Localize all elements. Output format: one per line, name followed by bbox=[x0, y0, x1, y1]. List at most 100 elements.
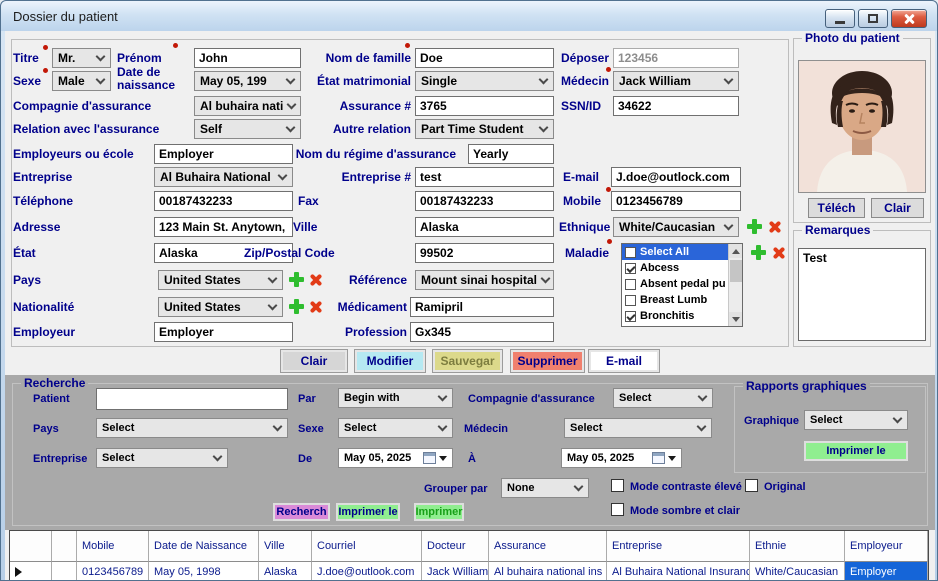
search-patient-input[interactable] bbox=[96, 388, 288, 410]
checkbox-icon[interactable] bbox=[625, 279, 636, 290]
column-header[interactable]: Ethnie bbox=[750, 531, 845, 562]
close-button[interactable] bbox=[891, 9, 927, 28]
regime-assurance-input[interactable]: Yearly bbox=[468, 144, 554, 164]
modify-button[interactable]: Modifier bbox=[355, 350, 425, 372]
table-cell[interactable]: Alaska bbox=[259, 562, 312, 581]
sombre-checkbox[interactable] bbox=[611, 503, 624, 516]
column-header[interactable]: Employeur bbox=[845, 531, 928, 562]
fax-input[interactable]: 00187432233 bbox=[415, 191, 554, 211]
reference-select[interactable]: Mount sinai hospital bbox=[415, 270, 554, 290]
column-header[interactable]: Mobile bbox=[77, 531, 149, 562]
scroll-up-icon[interactable] bbox=[729, 244, 743, 258]
add-ethnique-icon[interactable] bbox=[747, 219, 762, 234]
column-header[interactable]: Ville bbox=[259, 531, 312, 562]
minimize-button[interactable] bbox=[825, 9, 855, 28]
search-entreprise-select[interactable]: Select bbox=[96, 448, 228, 468]
table-row[interactable]: 0123456789 May 05, 1998 Alaska J.doe@out… bbox=[10, 562, 928, 581]
original-checkbox[interactable] bbox=[745, 479, 758, 492]
etat-matrimonial-select[interactable]: Single bbox=[415, 71, 554, 91]
search-compagnie-select[interactable]: Select bbox=[613, 388, 713, 408]
profession-input[interactable]: Gx345 bbox=[410, 322, 554, 342]
table-cell[interactable]: J.doe@outlook.com bbox=[312, 562, 422, 581]
table-cell[interactable]: Jack William bbox=[422, 562, 489, 581]
table-cell-selected[interactable]: Employer bbox=[845, 562, 928, 581]
maladie-option[interactable]: Bronchitis bbox=[622, 308, 742, 324]
print-button[interactable]: Imprimer bbox=[414, 503, 464, 521]
maladie-option[interactable]: Breast Lumb bbox=[622, 292, 742, 308]
search-de-datepicker[interactable]: May 05, 2025 bbox=[338, 448, 453, 468]
email-button[interactable]: E-mail bbox=[589, 350, 659, 372]
print-list-button[interactable]: Imprimer le bbox=[336, 503, 400, 521]
checkbox-icon[interactable] bbox=[625, 247, 636, 258]
row-selector-cell[interactable] bbox=[10, 562, 52, 581]
contraste-checkbox[interactable] bbox=[611, 479, 624, 492]
search-pays-select[interactable]: Select bbox=[96, 418, 288, 438]
medicament-input[interactable]: Ramipril bbox=[410, 297, 554, 317]
ssn-input[interactable]: 34622 bbox=[613, 96, 739, 116]
relation-assurance-select[interactable]: Self bbox=[194, 119, 301, 139]
clear-button[interactable]: Clair bbox=[281, 350, 347, 372]
compagnie-assurance-select[interactable]: Al buhaira nati bbox=[194, 96, 301, 116]
entreprise-select[interactable]: Al Buhaira National bbox=[154, 167, 293, 187]
adresse-input[interactable]: 123 Main St. Anytown, bbox=[154, 217, 293, 237]
checkbox-icon[interactable] bbox=[625, 295, 636, 306]
table-cell[interactable]: 0123456789 bbox=[77, 562, 149, 581]
search-medecin-select[interactable]: Select bbox=[564, 418, 712, 438]
table-cell[interactable]: Al buhaira national ins bbox=[489, 562, 607, 581]
search-sexe-select[interactable]: Select bbox=[338, 418, 453, 438]
mobile-input[interactable]: 0123456789 bbox=[611, 191, 741, 211]
telephone-input[interactable]: 00187432233 bbox=[154, 191, 293, 211]
remarques-textarea[interactable]: Test bbox=[798, 248, 926, 341]
delete-maladie-icon[interactable] bbox=[772, 246, 786, 260]
add-pays-icon[interactable] bbox=[289, 272, 304, 287]
employeur-input[interactable]: Employer bbox=[154, 322, 293, 342]
nom-famille-input[interactable]: Doe bbox=[415, 48, 554, 68]
column-header[interactable]: Assurance bbox=[489, 531, 607, 562]
autre-relation-select[interactable]: Part Time Student bbox=[415, 119, 554, 139]
date-naissance-select[interactable]: May 05, 199 bbox=[194, 71, 301, 91]
grouper-par-select[interactable]: None bbox=[501, 478, 589, 498]
checkbox-checked-icon[interactable] bbox=[625, 263, 636, 274]
add-maladie-icon[interactable] bbox=[751, 245, 766, 260]
clear-photo-button[interactable]: Clair bbox=[871, 198, 924, 218]
pays-select[interactable]: United States bbox=[158, 270, 283, 290]
maladie-option[interactable]: Absent pedal pu bbox=[622, 276, 742, 292]
entreprise-no-input[interactable]: test bbox=[415, 167, 554, 187]
print-graph-button[interactable]: Imprimer le bbox=[804, 441, 908, 461]
sexe-select[interactable]: Male bbox=[52, 71, 111, 91]
ethnique-select[interactable]: White/Caucasian bbox=[613, 217, 739, 237]
table-cell[interactable]: White/Caucasian bbox=[750, 562, 845, 581]
maladie-listbox[interactable]: Select All Abcess Absent pedal pu Breast… bbox=[621, 243, 743, 327]
save-button[interactable]: Sauvegar bbox=[433, 350, 502, 372]
maladie-option[interactable]: Select All bbox=[622, 244, 742, 260]
delete-ethnique-icon[interactable] bbox=[768, 220, 782, 234]
maladie-option[interactable]: Abcess bbox=[622, 260, 742, 276]
ville-input[interactable]: Alaska bbox=[415, 217, 554, 237]
column-header[interactable]: Date de Naissance bbox=[149, 531, 259, 562]
maximize-button[interactable] bbox=[858, 9, 888, 28]
checkbox-checked-icon[interactable] bbox=[625, 311, 636, 322]
maladie-scrollbar[interactable] bbox=[728, 244, 742, 326]
column-header[interactable]: Entreprise bbox=[607, 531, 750, 562]
table-cell[interactable]: Al Buhaira National Insurance bbox=[607, 562, 750, 581]
table-cell[interactable]: May 05, 1998 bbox=[149, 562, 259, 581]
titre-select[interactable]: Mr. bbox=[52, 48, 111, 68]
upload-photo-button[interactable]: Téléch bbox=[808, 198, 865, 218]
search-a-datepicker[interactable]: May 05, 2025 bbox=[561, 448, 682, 468]
delete-button[interactable]: Supprimer bbox=[511, 350, 584, 372]
nationalite-select[interactable]: United States bbox=[158, 297, 283, 317]
column-header[interactable]: Courriel bbox=[312, 531, 422, 562]
scrollbar-thumb[interactable] bbox=[730, 260, 742, 282]
email-input[interactable]: J.doe@outlock.com bbox=[611, 167, 741, 187]
add-nationalite-icon[interactable] bbox=[289, 299, 304, 314]
prenom-input[interactable]: John bbox=[194, 48, 301, 68]
assurance-no-input[interactable]: 3765 bbox=[415, 96, 554, 116]
column-header[interactable]: Docteur bbox=[422, 531, 489, 562]
graphique-select[interactable]: Select bbox=[804, 410, 908, 430]
search-button[interactable]: Recherch bbox=[273, 503, 330, 521]
search-par-select[interactable]: Begin with bbox=[338, 388, 453, 408]
scroll-down-icon[interactable] bbox=[729, 312, 743, 326]
table-cell[interactable] bbox=[52, 562, 77, 581]
medecin-select[interactable]: Jack William bbox=[613, 71, 739, 91]
zip-input[interactable]: 99502 bbox=[415, 243, 554, 263]
